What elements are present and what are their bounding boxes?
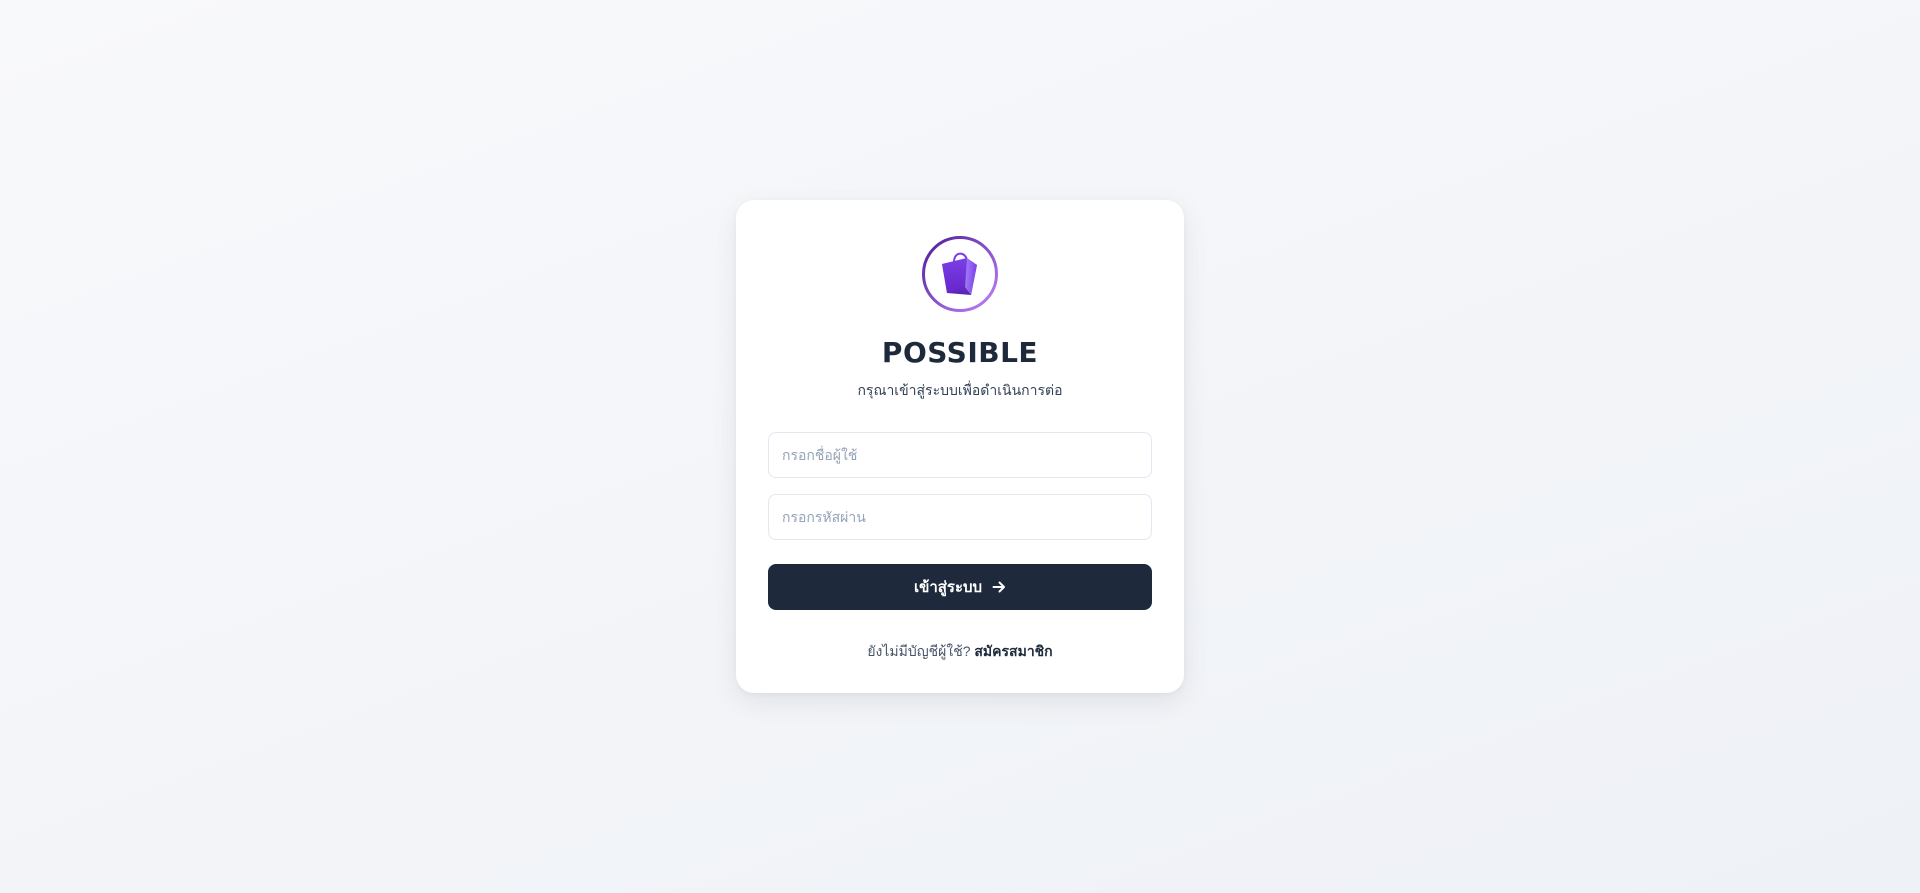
login-subtitle: กรุณาเข้าสู่ระบบเพื่อดำเนินการต่อ xyxy=(857,382,1063,398)
username-input[interactable] xyxy=(768,432,1152,478)
register-link[interactable]: สมัครสมาชิก xyxy=(974,643,1052,659)
login-card: POSSIBLE กรุณาเข้าสู่ระบบเพื่อดำเนินการต… xyxy=(736,200,1184,693)
register-prompt: ยังไม่มีบัญชีผู้ใช้? สมัครสมาชิก xyxy=(736,641,1184,663)
arrow-right-icon xyxy=(992,580,1006,594)
no-account-text: ยังไม่มีบัญชีผู้ใช้? xyxy=(867,643,971,659)
brand-title: POSSIBLE xyxy=(881,336,1039,369)
brand-logo xyxy=(921,235,999,313)
login-button[interactable]: เข้าสู่ระบบ xyxy=(768,564,1152,610)
login-button-label: เข้าสู่ระบบ xyxy=(913,579,983,596)
shopping-bag-icon xyxy=(922,236,998,312)
password-input[interactable] xyxy=(768,494,1152,540)
